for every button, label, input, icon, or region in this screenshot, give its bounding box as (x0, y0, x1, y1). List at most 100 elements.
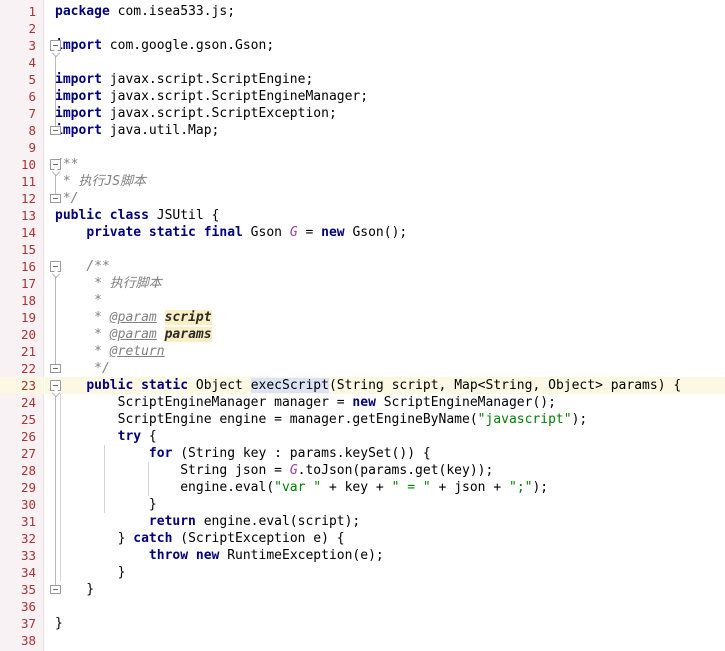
code-text[interactable]: * @param params (55, 326, 212, 343)
line-number: 2 (28, 21, 36, 36)
code-text[interactable]: } (55, 615, 63, 632)
code-line-background (45, 564, 725, 581)
code-token-kw: for (148, 446, 173, 461)
code-line[interactable]: 29 engine.eval("var " + key + " = " + js… (0, 479, 725, 496)
code-line[interactable]: 8 import java.util.Map; (0, 122, 725, 139)
code-token-cmt (157, 310, 165, 325)
line-number: 31 (20, 514, 36, 529)
code-line[interactable]: 21 * @return (0, 343, 725, 360)
code-line[interactable]: 6 import javax.script.ScriptEngineManager… (0, 88, 725, 105)
code-line[interactable]: 14 private static final Gson G = new Gso… (0, 224, 725, 241)
code-text[interactable]: import java.util.Map; (55, 122, 219, 139)
fold-collapse-icon[interactable] (50, 380, 61, 391)
code-line[interactable]: 9 (0, 139, 725, 156)
code-text[interactable]: public static Object execScript(String s… (55, 377, 681, 394)
line-number: 12 (20, 191, 36, 206)
code-line[interactable]: 20 * @param params (0, 326, 725, 343)
code-token-plain: engine.eval( (55, 480, 275, 495)
code-token-cmt (157, 327, 165, 342)
code-line[interactable]: 31 return engine.eval(script); (0, 513, 725, 530)
code-line[interactable]: 3 import com.google.gson.Gson; (0, 37, 725, 54)
code-text[interactable]: ScriptEngine engine = manager.getEngineB… (55, 411, 588, 428)
code-line[interactable]: 7 import javax.script.ScriptException; (0, 105, 725, 122)
code-line[interactable]: 25 ScriptEngine engine = manager.getEngi… (0, 411, 725, 428)
code-text[interactable]: String json = G.toJson(params.get(key)); (55, 462, 493, 479)
code-token-kw: private static final (86, 225, 243, 240)
code-line[interactable]: 26 try { (0, 428, 725, 445)
code-line[interactable]: 34 } (0, 564, 725, 581)
code-token-cmt: * 执行脚本 (55, 276, 162, 291)
code-line[interactable]: 28 String json = G.toJson(params.get(key… (0, 462, 725, 479)
code-line[interactable]: 35 } (0, 581, 725, 598)
code-line[interactable]: 11 * 执行JS脚本 (0, 173, 725, 190)
code-line[interactable]: 23 public static Object execScript(Strin… (0, 377, 725, 394)
code-line[interactable]: 22 */ (0, 360, 725, 377)
code-line[interactable]: 4 (0, 54, 725, 71)
code-line[interactable]: 10/** (0, 156, 725, 173)
fold-collapse-icon[interactable] (50, 40, 61, 51)
code-text[interactable]: import com.google.gson.Gson; (55, 37, 274, 54)
code-line[interactable]: 36 (0, 598, 725, 615)
code-line[interactable]: 27 for (String key : params.keySet()) { (0, 445, 725, 462)
code-text[interactable]: } (55, 496, 157, 513)
code-token-cmt: * 执行JS脚本 (55, 174, 147, 189)
code-text[interactable]: for (String key : params.keySet()) { (55, 445, 431, 462)
fold-end-icon[interactable] (50, 364, 61, 373)
code-text[interactable]: import javax.script.ScriptException; (55, 105, 337, 122)
code-line-background (45, 173, 725, 190)
code-text[interactable]: private static final Gson G = new Gson()… (55, 224, 407, 241)
code-text[interactable]: package com.isea533.js; (55, 3, 235, 20)
code-line[interactable]: 13 public class JSUtil { (0, 207, 725, 224)
line-number: 26 (20, 429, 36, 444)
code-text[interactable]: * 执行脚本 (55, 275, 162, 292)
code-text[interactable]: } catch (ScriptException e) { (55, 530, 345, 547)
code-text[interactable]: throw new RuntimeException(e); (55, 547, 384, 564)
code-token-plain: = (297, 225, 322, 240)
indent-guide (60, 394, 61, 581)
fold-end-icon[interactable] (50, 585, 61, 594)
code-line[interactable]: 24 ScriptEngineManager manager = new Scr… (0, 394, 725, 411)
line-number: 28 (20, 463, 36, 478)
code-token-str: " = " (391, 480, 431, 495)
code-text[interactable]: return engine.eval(script); (55, 513, 360, 530)
code-token-kw: return (148, 514, 196, 529)
code-line[interactable]: 30 } (0, 496, 725, 513)
fold-end-icon[interactable] (50, 126, 61, 135)
code-line[interactable]: 1 package com.isea533.js; (0, 3, 725, 20)
code-text[interactable]: import javax.script.ScriptEngineManager; (55, 88, 368, 105)
code-line[interactable]: 37} (0, 615, 725, 632)
line-number: 22 (20, 361, 36, 376)
code-text[interactable]: * (55, 292, 102, 309)
code-line[interactable]: 17 * 执行脚本 (0, 275, 725, 292)
code-token-plain: java.util.Map; (101, 123, 220, 138)
code-text[interactable]: /** (55, 258, 110, 275)
code-text[interactable]: engine.eval("var " + key + " = " + json … (55, 479, 548, 496)
line-number: 3 (28, 38, 36, 53)
fold-end-icon[interactable] (50, 194, 61, 203)
code-line[interactable]: 38 (0, 632, 725, 649)
fold-collapse-icon[interactable] (50, 159, 61, 170)
code-text[interactable]: } (55, 564, 126, 581)
code-line[interactable]: 16 /** (0, 258, 725, 275)
indent-guide (148, 462, 149, 496)
code-text[interactable]: import javax.script.ScriptEngine; (55, 71, 313, 88)
code-editor[interactable]: 1 package com.isea533.js; 2 3 import com.goo… (0, 0, 725, 651)
code-line[interactable]: 5 import javax.script.ScriptEngine; (0, 71, 725, 88)
code-text[interactable]: * @return (55, 343, 164, 360)
code-text[interactable]: */ (55, 360, 110, 377)
code-line[interactable]: 18 * (0, 292, 725, 309)
fold-collapse-icon[interactable] (50, 261, 61, 272)
code-line[interactable]: 2 (0, 20, 725, 37)
code-text[interactable]: * @param script (55, 309, 212, 326)
code-text[interactable]: public class JSUtil { (55, 207, 219, 224)
code-text[interactable]: ScriptEngineManager manager = new Script… (55, 394, 556, 411)
code-line-background (45, 615, 725, 632)
code-token-cmt: * (55, 293, 102, 308)
code-line[interactable]: 15 (0, 241, 725, 258)
code-line[interactable]: 32 } catch (ScriptException e) { (0, 530, 725, 547)
code-text[interactable]: * 执行JS脚本 (55, 173, 146, 190)
code-line[interactable]: 12 */ (0, 190, 725, 207)
code-line[interactable]: 33 throw new RuntimeException(e); (0, 547, 725, 564)
code-line[interactable]: 19 * @param script (0, 309, 725, 326)
code-text[interactable]: try { (55, 428, 157, 445)
